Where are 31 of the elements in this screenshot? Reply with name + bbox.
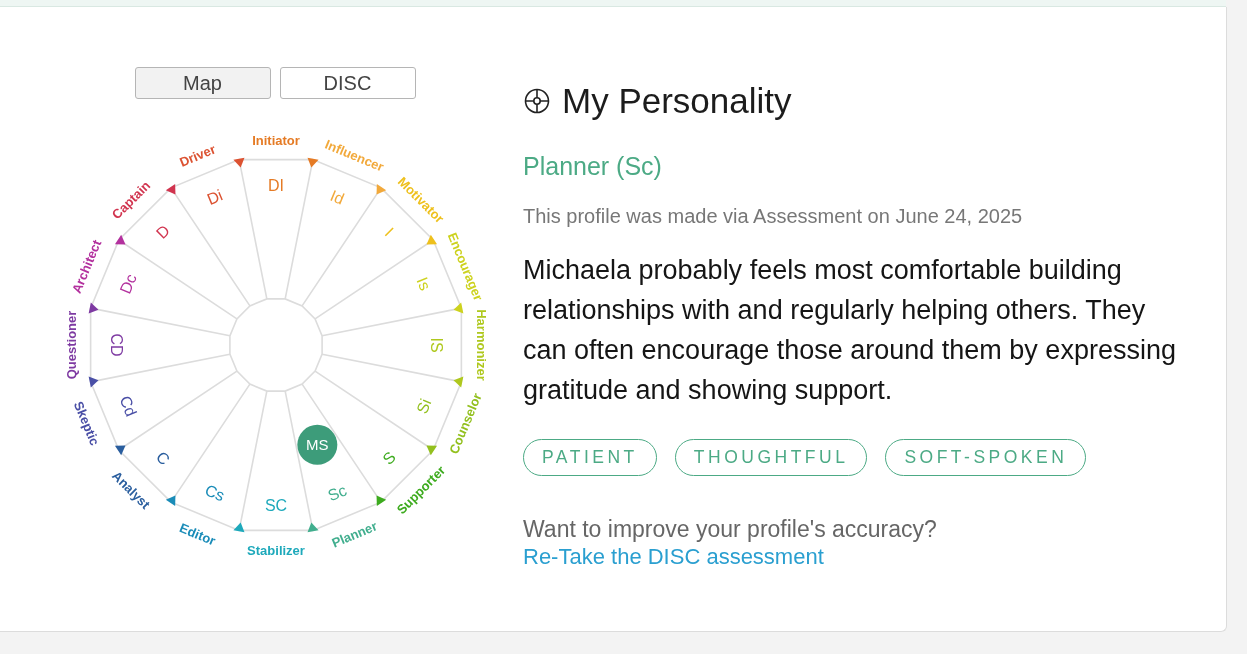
segment-code: SC: [264, 496, 288, 514]
segment-label: Driver: [177, 141, 218, 170]
profile-type: Planner (Sc): [523, 151, 662, 181]
view-toggle-button[interactable]: DISC: [279, 67, 416, 99]
segment-code: Cs: [202, 481, 228, 505]
segment-code: I: [381, 224, 397, 240]
segment-code: Sc: [325, 481, 350, 505]
segment-code: DI: [268, 176, 284, 194]
segment-code: D: [152, 221, 173, 242]
segment-code: Id: [327, 186, 347, 208]
initials-badge: MS: [297, 424, 338, 465]
view-toggle-button[interactable]: Map: [134, 67, 271, 99]
profile-description: Michaela probably feels most comfortable building relationships with and regularly helping others. They can often encourage those around them by expressing gratitude and showing support.: [523, 254, 1177, 407]
profile-source: This profile was made via Assessment on June 24, 2025: [523, 204, 1023, 228]
segment-code: CD: [107, 333, 125, 357]
segment-code: Dc: [116, 271, 140, 297]
segment-code: Is: [413, 274, 435, 293]
segment-code: Cd: [116, 393, 140, 419]
section-title: My Personality: [562, 80, 792, 122]
segment-label: Questioner: [63, 310, 79, 380]
target-icon: [524, 88, 550, 114]
segment-code: Di: [204, 186, 225, 208]
segment-code: Si: [413, 396, 435, 417]
segment-code: C: [152, 448, 173, 469]
segment-label: Editor: [177, 520, 218, 549]
segment-label: Harmonizer: [473, 309, 489, 381]
segment-code: IS: [427, 337, 445, 353]
segment-label: Initiator: [252, 132, 300, 148]
accuracy-prompt: Want to improve your profile's accuracy?: [523, 515, 937, 543]
segment-code: S: [379, 448, 399, 468]
segment-label: Stabilizer: [247, 542, 305, 558]
